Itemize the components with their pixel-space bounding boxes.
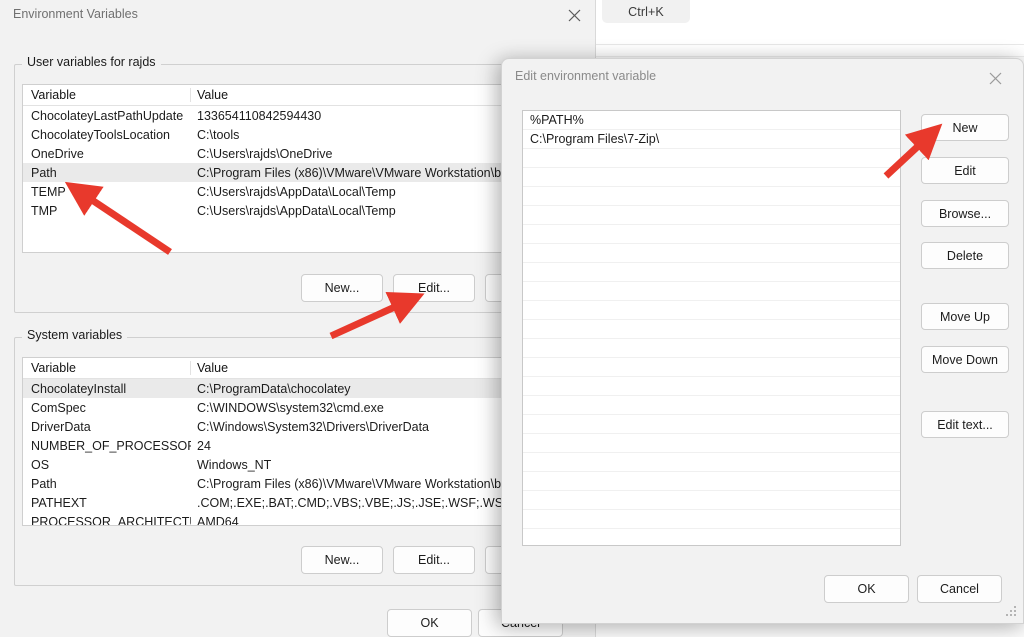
edit-ok-button[interactable]: OK xyxy=(824,575,909,603)
user-grid-header: Variable Value xyxy=(23,85,575,106)
user-row-variable: Path xyxy=(23,166,191,180)
table-row[interactable]: ChocolateyToolsLocation C:\tools xyxy=(23,125,575,144)
system-grid-header: Variable Value xyxy=(23,358,575,379)
user-new-button[interactable]: New... xyxy=(301,274,383,302)
column-header-variable: Variable xyxy=(23,88,191,102)
list-item-empty[interactable] xyxy=(523,149,900,168)
list-item-empty[interactable] xyxy=(523,510,900,529)
user-variables-legend: User variables for rajds xyxy=(22,55,161,69)
list-item-empty[interactable] xyxy=(523,263,900,282)
edit-text-button[interactable]: Edit text... xyxy=(921,411,1009,438)
table-row[interactable]: ChocolateyLastPathUpdate 133654110842594… xyxy=(23,106,575,125)
system-edit-label: Edit... xyxy=(418,553,450,567)
edit-cancel-label: Cancel xyxy=(940,582,979,596)
shortcut-badge-label: Ctrl+K xyxy=(628,5,664,19)
edit-ok-label: OK xyxy=(857,582,875,596)
user-row-variable: ChocolateyLastPathUpdate xyxy=(23,109,191,123)
table-row[interactable]: NUMBER_OF_PROCESSORS 24 xyxy=(23,436,575,455)
table-row[interactable]: OneDrive C:\Users\rajds\OneDrive xyxy=(23,144,575,163)
user-edit-button[interactable]: Edit... xyxy=(393,274,475,302)
edit-button[interactable]: Edit xyxy=(921,157,1009,184)
system-row-variable: DriverData xyxy=(23,420,191,434)
list-item-empty[interactable] xyxy=(523,472,900,491)
list-item-empty[interactable] xyxy=(523,415,900,434)
new-button-label: New xyxy=(952,121,977,135)
table-row[interactable]: PROCESSOR_ARCHITECTU AMD64 xyxy=(23,512,575,526)
edit-cancel-button[interactable]: Cancel xyxy=(917,575,1002,603)
edit-dialog-title: Edit environment variable xyxy=(515,69,656,83)
shortcut-badge-ctrl-k[interactable]: Ctrl+K xyxy=(602,0,690,23)
table-row[interactable]: Path C:\Program Files (x86)\VMware\VMwar… xyxy=(23,474,575,493)
user-edit-label: Edit... xyxy=(418,281,450,295)
delete-button[interactable]: Delete xyxy=(921,242,1009,269)
system-variables-legend: System variables xyxy=(22,328,127,342)
browse-button-label: Browse... xyxy=(939,207,991,221)
dialog-title: Environment Variables xyxy=(13,7,138,21)
list-item-empty[interactable] xyxy=(523,377,900,396)
table-row[interactable]: ChocolateyInstall C:\ProgramData\chocola… xyxy=(23,379,575,398)
list-item-empty[interactable] xyxy=(523,339,900,358)
user-row-variable: TEMP xyxy=(23,185,191,199)
system-variables-grid[interactable]: Variable Value ChocolateyInstall C:\Prog… xyxy=(22,357,576,526)
list-item-empty[interactable] xyxy=(523,301,900,320)
browse-button[interactable]: Browse... xyxy=(921,200,1009,227)
edit-environment-variable-dialog: Edit environment variable %PATH% C:\Prog… xyxy=(501,58,1024,624)
system-row-variable: Path xyxy=(23,477,191,491)
main-ok-label: OK xyxy=(420,616,438,630)
table-row[interactable]: ComSpec C:\WINDOWS\system32\cmd.exe xyxy=(23,398,575,417)
edit-button-label: Edit xyxy=(954,164,976,178)
table-row[interactable]: Path C:\Program Files (x86)\VMware\VMwar… xyxy=(23,163,575,182)
table-row[interactable]: DriverData C:\Windows\System32\Drivers\D… xyxy=(23,417,575,436)
user-row-variable: OneDrive xyxy=(23,147,191,161)
list-item-empty[interactable] xyxy=(523,225,900,244)
move-down-button-label: Move Down xyxy=(932,353,998,367)
system-row-variable: OS xyxy=(23,458,191,472)
list-item[interactable]: C:\Program Files\7-Zip\ xyxy=(523,130,900,149)
list-item-empty[interactable] xyxy=(523,168,900,187)
column-header-variable: Variable xyxy=(23,361,191,375)
path-entries-listbox[interactable]: %PATH% C:\Program Files\7-Zip\ xyxy=(522,110,901,546)
list-item-empty[interactable] xyxy=(523,358,900,377)
system-new-label: New... xyxy=(325,553,360,567)
user-row-variable: ChocolateyToolsLocation xyxy=(23,128,191,142)
list-item-empty[interactable] xyxy=(523,244,900,263)
list-item[interactable]: %PATH% xyxy=(523,111,900,130)
delete-button-label: Delete xyxy=(947,249,983,263)
system-new-button[interactable]: New... xyxy=(301,546,383,574)
user-row-variable: TMP xyxy=(23,204,191,218)
system-row-variable: PATHEXT xyxy=(23,496,191,510)
user-new-label: New... xyxy=(325,281,360,295)
system-row-variable: NUMBER_OF_PROCESSORS xyxy=(23,439,191,453)
system-row-variable: ComSpec xyxy=(23,401,191,415)
move-up-button-label: Move Up xyxy=(940,310,990,324)
main-ok-button[interactable]: OK xyxy=(387,609,472,637)
close-icon[interactable] xyxy=(975,65,1015,91)
table-row[interactable]: TEMP C:\Users\rajds\AppData\Local\Temp xyxy=(23,182,575,201)
screenshot-root: Ctrl+K Environment Variables User variab… xyxy=(0,0,1024,637)
move-up-button[interactable]: Move Up xyxy=(921,303,1009,330)
move-down-button[interactable]: Move Down xyxy=(921,346,1009,373)
list-item-empty[interactable] xyxy=(523,206,900,225)
edit-text-button-label: Edit text... xyxy=(937,418,993,432)
table-row[interactable]: TMP C:\Users\rajds\AppData\Local\Temp xyxy=(23,201,575,220)
system-row-variable: ChocolateyInstall xyxy=(23,382,191,396)
system-row-variable: PROCESSOR_ARCHITECTU xyxy=(23,515,191,527)
background-divider-top xyxy=(596,44,1024,45)
list-item-empty[interactable] xyxy=(523,491,900,510)
list-item-empty[interactable] xyxy=(523,396,900,415)
user-variables-grid[interactable]: Variable Value ChocolateyLastPathUpdate … xyxy=(22,84,576,253)
close-icon[interactable] xyxy=(552,0,596,31)
list-item-empty[interactable] xyxy=(523,529,900,546)
new-button[interactable]: New xyxy=(921,114,1009,141)
table-row[interactable]: PATHEXT .COM;.EXE;.BAT;.CMD;.VBS;.VBE;.J… xyxy=(23,493,575,512)
resize-grip[interactable] xyxy=(1006,606,1018,618)
list-item-empty[interactable] xyxy=(523,320,900,339)
system-edit-button[interactable]: Edit... xyxy=(393,546,475,574)
list-item-empty[interactable] xyxy=(523,453,900,472)
table-row[interactable]: OS Windows_NT xyxy=(23,455,575,474)
list-item-empty[interactable] xyxy=(523,282,900,301)
list-item-empty[interactable] xyxy=(523,434,900,453)
list-item-empty[interactable] xyxy=(523,187,900,206)
